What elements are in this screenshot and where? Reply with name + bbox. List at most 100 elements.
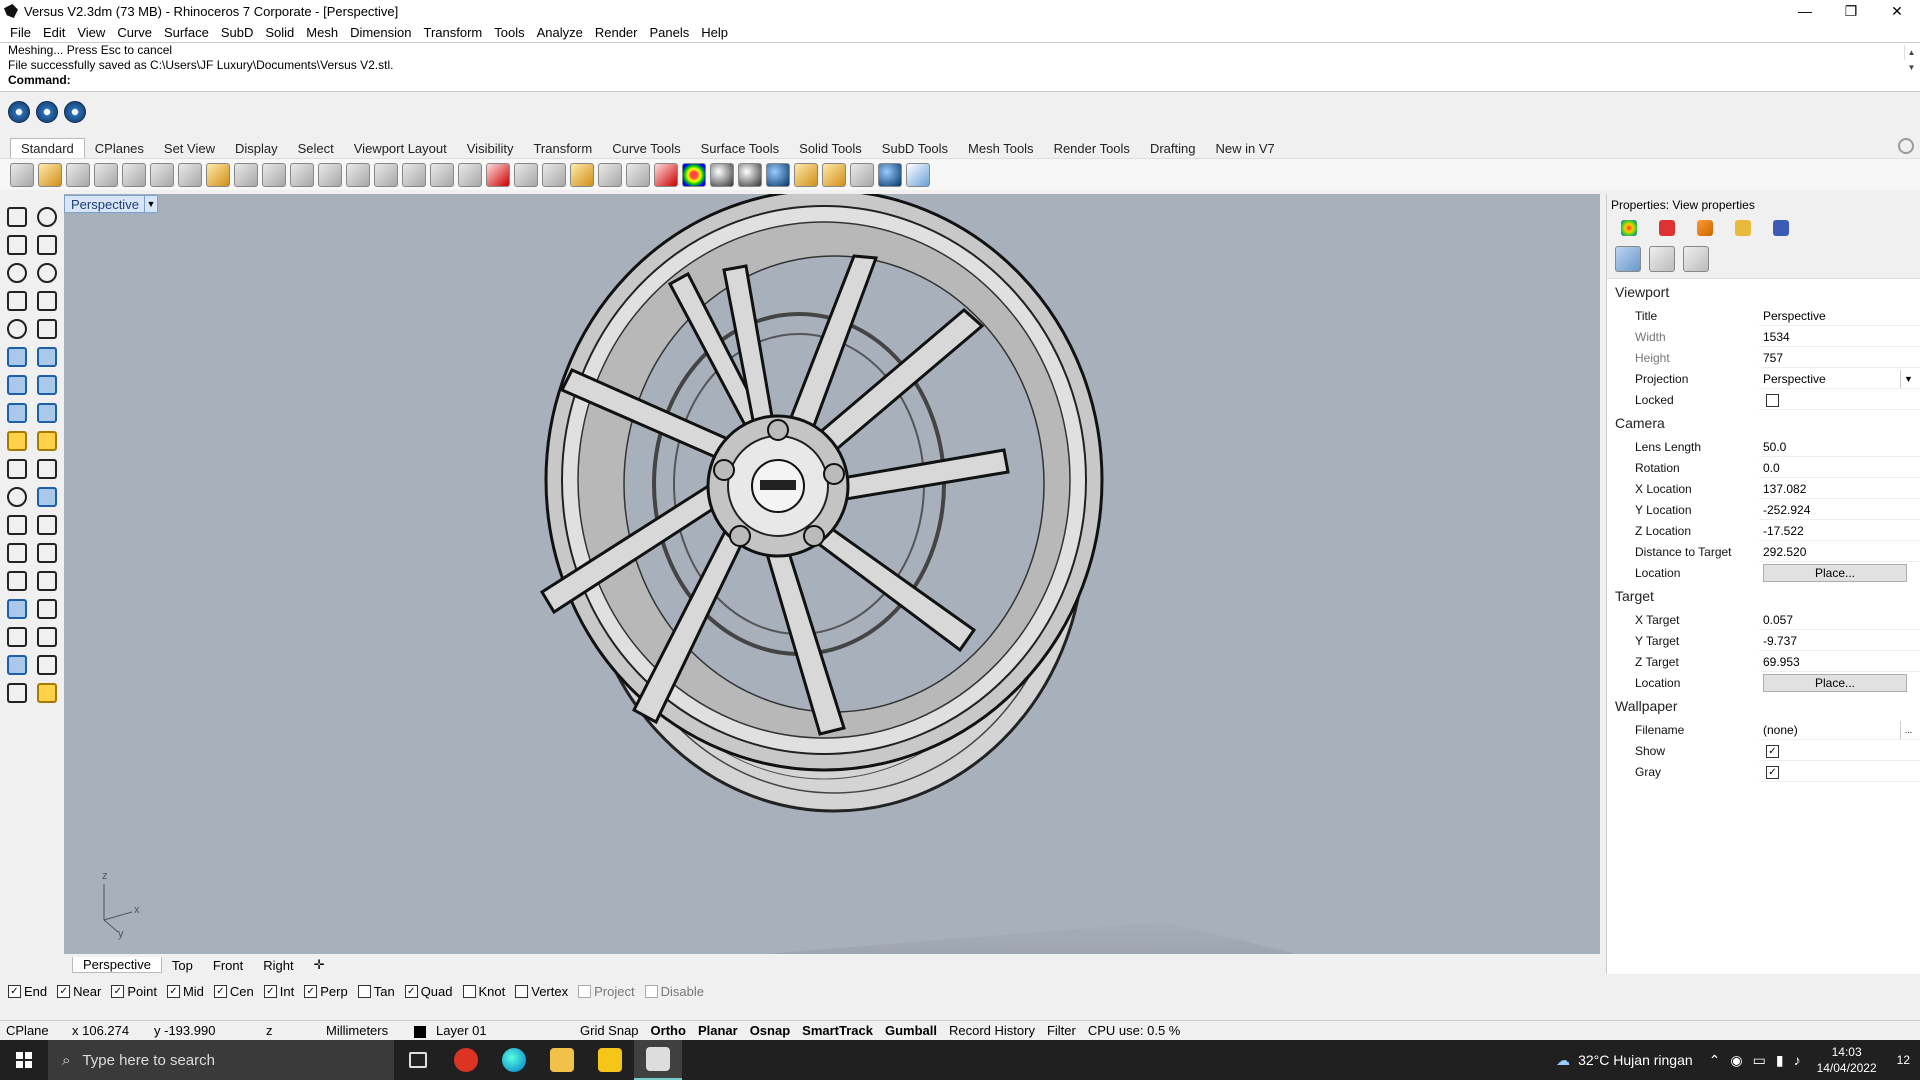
options-gear-icon[interactable] — [822, 162, 846, 187]
print-icon[interactable] — [94, 162, 118, 187]
tab-standard[interactable]: Standard — [10, 138, 85, 158]
x-location-field[interactable]: 137.082 — [1759, 479, 1920, 499]
menu-help[interactable]: Help — [695, 25, 734, 40]
tab-render-tools[interactable]: Render Tools — [1044, 139, 1140, 158]
menu-curve[interactable]: Curve — [111, 25, 158, 40]
smarttrack-toggle[interactable]: SmartTrack — [796, 1023, 879, 1038]
osnap-checkbox[interactable]: ✓ — [8, 984, 21, 998]
tab-cplanes[interactable]: CPlanes — [85, 139, 154, 158]
osnap-end[interactable]: ✓ End — [8, 984, 47, 999]
ellipse-icon[interactable] — [34, 260, 58, 284]
globe-icon[interactable] — [878, 162, 902, 187]
boolean-icon[interactable] — [4, 484, 28, 508]
x-target-field[interactable]: 0.057 — [1759, 610, 1920, 630]
group-icon[interactable] — [34, 624, 58, 648]
polygon-icon[interactable] — [4, 288, 28, 312]
plugin-icon[interactable] — [64, 101, 86, 123]
display-brush-icon[interactable] — [1697, 220, 1713, 236]
y-location-field[interactable]: -252.924 — [1759, 500, 1920, 520]
menu-tools[interactable]: Tools — [488, 25, 530, 40]
osnap-mid[interactable]: ✓ Mid — [166, 984, 204, 999]
camera-place-button[interactable]: Place... — [1763, 563, 1907, 582]
close-button[interactable]: ✕ — [1874, 0, 1920, 22]
lens-length-field[interactable]: 50.0 — [1759, 437, 1920, 457]
import-icon[interactable] — [122, 162, 146, 187]
solid-tools-icon[interactable] — [4, 596, 28, 620]
four-view-icon[interactable] — [458, 162, 482, 187]
cut-icon[interactable] — [150, 162, 174, 187]
z-location-field[interactable]: -17.522 — [1759, 521, 1920, 541]
cplane-icon[interactable] — [542, 162, 566, 187]
weather-text[interactable]: 32°C Hujan ringan — [1578, 1052, 1693, 1068]
dimension-tool-icon[interactable] — [34, 596, 58, 620]
browse-button[interactable]: ... — [1900, 720, 1916, 739]
perspective-viewport[interactable]: z x y — [64, 194, 1600, 954]
subd-icon[interactable] — [4, 652, 28, 676]
taskbar-search[interactable]: ⌕ Type here to search — [48, 1040, 394, 1080]
filename-field[interactable]: (none) — [1759, 720, 1920, 740]
tab-transform[interactable]: Transform — [523, 139, 602, 158]
minimize-button[interactable]: — — [1782, 0, 1828, 22]
wallpaper-icon[interactable] — [1683, 246, 1709, 272]
circle-icon[interactable] — [4, 260, 28, 284]
osnap-checkbox[interactable] — [515, 984, 529, 998]
rectangle-icon[interactable] — [34, 288, 58, 312]
array-icon[interactable] — [4, 624, 28, 648]
network-icon[interactable]: ◉ — [1730, 1052, 1742, 1069]
yellow-app[interactable] — [586, 1040, 634, 1080]
device-icon[interactable]: ▭ — [1753, 1052, 1766, 1069]
join-icon[interactable] — [34, 568, 58, 592]
tab-visibility[interactable]: Visibility — [457, 139, 524, 158]
edge-app[interactable] — [490, 1040, 538, 1080]
tab-select[interactable]: Select — [288, 139, 344, 158]
mesh-icon[interactable] — [34, 400, 58, 424]
properties-color-icon[interactable] — [1621, 220, 1637, 236]
locked-checkbox[interactable] — [1766, 393, 1779, 407]
lock-icon[interactable] — [626, 162, 650, 187]
osnap-perp[interactable]: ✓ Perp — [304, 984, 348, 999]
zoom-window-icon[interactable] — [346, 162, 370, 187]
menu-analyze[interactable]: Analyze — [531, 25, 589, 40]
layer-icon[interactable] — [654, 162, 678, 187]
filter-icon[interactable] — [794, 162, 818, 187]
osnap-knot[interactable]: Knot — [462, 984, 505, 999]
help-panel-icon[interactable] — [1773, 220, 1789, 236]
volume-icon[interactable]: ♪ — [1794, 1052, 1801, 1068]
rotate-view-icon[interactable] — [290, 162, 314, 187]
osnap-checkbox[interactable] — [357, 984, 371, 998]
command-scrollbar[interactable]: ▲ ▼ — [1904, 45, 1918, 72]
viewport-title[interactable]: Perspective — [64, 195, 146, 213]
car-icon[interactable] — [486, 162, 510, 187]
copy-transform-icon[interactable] — [34, 456, 58, 480]
cplane-button[interactable]: CPlane — [0, 1023, 66, 1038]
filter-button[interactable]: Filter — [1041, 1023, 1082, 1038]
battery-icon[interactable]: ▮ — [1776, 1052, 1784, 1069]
shaded-sphere-icon[interactable] — [710, 162, 734, 187]
projection-select[interactable]: Perspective — [1759, 369, 1920, 389]
tab-subd-tools[interactable]: SubD Tools — [872, 139, 958, 158]
surface-icon[interactable] — [4, 344, 28, 368]
start-button[interactable] — [0, 1040, 48, 1080]
move-icon[interactable] — [4, 456, 28, 480]
tab-curve-tools[interactable]: Curve Tools — [602, 139, 690, 158]
point-icon[interactable] — [34, 204, 58, 228]
pan-hand-icon[interactable] — [262, 162, 286, 187]
task-view-button[interactable] — [394, 1040, 442, 1080]
menu-view[interactable]: View — [71, 25, 111, 40]
rotation-field[interactable]: 0.0 — [1759, 458, 1920, 478]
tab-set-view[interactable]: Set View — [154, 139, 225, 158]
tab-right[interactable]: Right — [253, 958, 303, 973]
orient-icon[interactable] — [4, 680, 28, 704]
tab-top[interactable]: Top — [162, 958, 203, 973]
fillet-icon[interactable] — [4, 512, 28, 536]
select-icon[interactable] — [570, 162, 594, 187]
box-icon[interactable] — [4, 372, 28, 396]
menu-surface[interactable]: Surface — [158, 25, 215, 40]
y-target-field[interactable]: -9.737 — [1759, 631, 1920, 651]
select-arrow-icon[interactable] — [4, 204, 28, 228]
undo-icon[interactable] — [234, 162, 258, 187]
render-icon[interactable] — [766, 162, 790, 187]
check-icon[interactable] — [34, 652, 58, 676]
paste-icon[interactable] — [206, 162, 230, 187]
analyze-icon[interactable] — [34, 484, 58, 508]
